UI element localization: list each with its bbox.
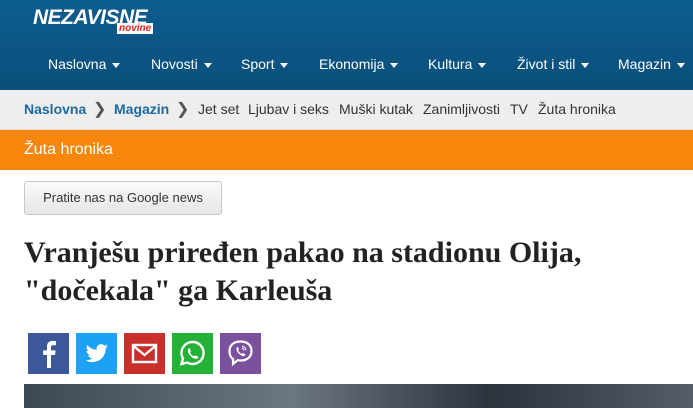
nav-item-kultura[interactable]: Kultura [428,56,487,72]
nav-item-label: Kultura [428,56,473,72]
subnav-item-ljubav-i-seks[interactable]: Ljubav i seks [248,101,329,117]
nav-item-naslovna[interactable]: Naslovna [48,56,121,72]
caret-down-icon [581,62,590,68]
nav-item-label: Sport [241,56,275,72]
breadcrumb-naslovna[interactable]: Naslovna [24,101,86,117]
nav-item-sport[interactable]: Sport [241,56,289,72]
chevron-right-icon: ❯ [93,101,107,118]
share-facebook-button[interactable] [28,333,69,374]
nav-item-label: Ekonomija [319,56,385,72]
caret-down-icon [390,62,399,68]
subnav-item-zanimljivosti[interactable]: Zanimljivosti [423,101,500,117]
site-logo[interactable]: NEZAVISNE novine [33,6,154,34]
logo-subtext: novine [117,23,154,34]
gmail-icon [131,343,158,364]
caret-down-icon [676,62,685,68]
subnav-item-zuta-hronika[interactable]: Žuta hronika [538,101,616,117]
nav-item-magazin[interactable]: Magazin [618,56,685,72]
whatsapp-icon [179,340,205,366]
nav-item-novosti[interactable]: Novosti [151,56,212,72]
article-headline: Vranješu priređen pakao na stadionu Olij… [24,236,582,307]
facebook-icon [43,340,56,368]
main-nav: Naslovna Novosti Sport Ekonomija Kultura… [0,44,693,84]
google-news-button[interactable]: Pratite nas na Google news [24,181,222,215]
chevron-right-icon: ❯ [176,101,190,118]
site-header: NEZAVISNE novine Naslovna Novosti Sport … [0,0,693,90]
breadcrumb-magazin[interactable]: Magazin [114,101,169,117]
nav-item-zivot-i-stil[interactable]: Život i stil [517,56,590,72]
share-twitter-button[interactable] [76,333,117,374]
caret-down-icon [112,62,121,68]
nav-item-label: Život i stil [517,56,576,72]
caret-down-icon [280,62,289,68]
nav-item-label: Novosti [151,56,198,72]
share-viber-button[interactable] [220,333,261,374]
nav-item-ekonomija[interactable]: Ekonomija [319,56,399,72]
viber-icon [228,340,253,367]
caret-down-icon [203,62,212,68]
category-bar: Žuta hronika [0,130,693,170]
subnav-item-jet-set[interactable]: Jet set [198,101,239,117]
twitter-icon [85,344,108,363]
breadcrumb: Naslovna ❯ Magazin ❯ Jet set Ljubav i se… [0,90,693,130]
caret-down-icon [478,62,487,68]
share-whatsapp-button[interactable] [172,333,213,374]
subnav-item-muski-kutak[interactable]: Muški kutak [339,101,413,117]
article-photo [24,384,693,408]
subnav-item-tv[interactable]: TV [510,101,528,117]
share-gmail-button[interactable] [124,333,165,374]
nav-item-label: Magazin [618,56,671,72]
nav-item-label: Naslovna [48,56,107,72]
category-title[interactable]: Žuta hronika [24,141,113,159]
